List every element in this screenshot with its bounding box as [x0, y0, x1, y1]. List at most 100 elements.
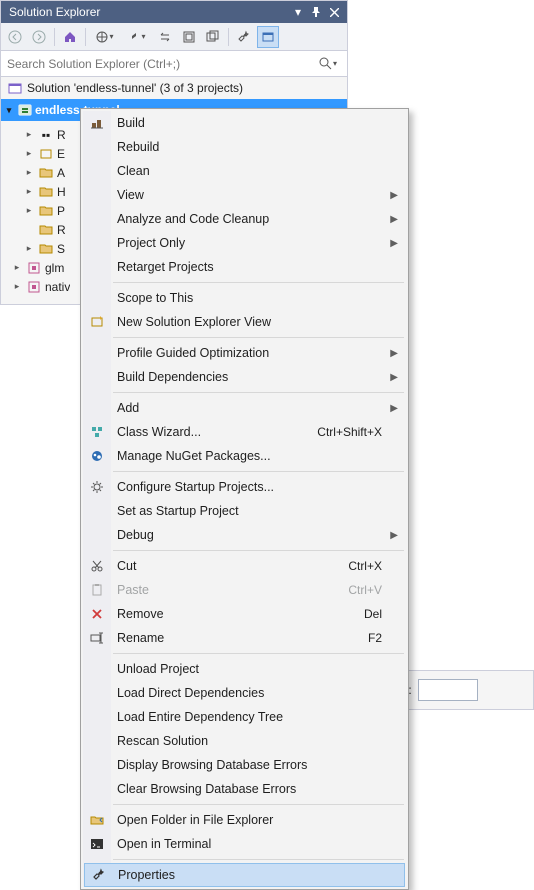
project-icon [17, 102, 33, 118]
menu-item-set-as-startup-project[interactable]: Set as Startup Project [83, 499, 406, 523]
submenu-arrow-icon: ▶ [390, 238, 398, 249]
menu-item-label: Configure Startup Projects... [117, 480, 382, 494]
menu-item-clear-browsing-database-errors[interactable]: Clear Browsing Database Errors [83, 777, 406, 801]
menu-item-label: New Solution Explorer View [117, 315, 382, 329]
menu-item-cut[interactable]: CutCtrl+X [83, 554, 406, 578]
remove-icon [89, 606, 105, 622]
menu-item-label: Clean [117, 164, 382, 178]
solution-label: Solution 'endless-tunnel' (3 of 3 projec… [27, 81, 243, 95]
submenu-arrow-icon: ▶ [390, 214, 398, 225]
menu-item-project-only[interactable]: Project Only▶ [83, 231, 406, 255]
menu-item-debug[interactable]: Debug▶ [83, 523, 406, 547]
expander-icon[interactable] [11, 262, 23, 273]
menu-item-manage-nuget-packages[interactable]: Manage NuGet Packages... [83, 444, 406, 468]
menu-item-retarget-projects[interactable]: Retarget Projects [83, 255, 406, 279]
menu-item-rebuild[interactable]: Rebuild [83, 135, 406, 159]
search-box[interactable]: ▾ [1, 51, 347, 77]
filter-button[interactable]: ▾ [122, 26, 152, 48]
menu-item-load-entire-dependency-tree[interactable]: Load Entire Dependency Tree [83, 705, 406, 729]
solution-row[interactable]: Solution 'endless-tunnel' (3 of 3 projec… [1, 77, 347, 99]
menu-item-label: Unload Project [117, 662, 382, 676]
pin-icon[interactable] [307, 3, 325, 21]
expander-icon[interactable] [3, 105, 15, 116]
expander-icon[interactable] [23, 243, 35, 254]
expander-icon[interactable] [23, 129, 35, 140]
open-folder-icon [89, 812, 105, 828]
submenu-arrow-icon: ▶ [390, 190, 398, 201]
filter-folder-icon [38, 165, 54, 181]
menu-item-new-solution-explorer-view[interactable]: New Solution Explorer View [83, 310, 406, 334]
menu-item-label: Build Dependencies [117, 370, 382, 384]
expander-icon[interactable] [23, 205, 35, 216]
menu-item-label: Display Browsing Database Errors [117, 758, 382, 772]
menu-item-open-folder-in-file-explorer[interactable]: Open Folder in File Explorer [83, 808, 406, 832]
menu-item-analyze-and-code-cleanup[interactable]: Analyze and Code Cleanup▶ [83, 207, 406, 231]
back-button[interactable] [4, 26, 26, 48]
fragment-input[interactable] [418, 679, 478, 701]
menu-separator [113, 804, 404, 805]
paste-icon [89, 582, 105, 598]
search-icon[interactable]: ▾ [319, 57, 341, 70]
menu-item-configure-startup-projects[interactable]: Configure Startup Projects... [83, 475, 406, 499]
context-menu[interactable]: BuildRebuildCleanView▶Analyze and Code C… [80, 108, 409, 890]
rename-icon [89, 630, 105, 646]
menu-item-label: Cut [117, 559, 348, 573]
dropdown-icon[interactable]: ▾ [289, 3, 307, 21]
filter-folder-icon [38, 241, 54, 257]
menu-item-rescan-solution[interactable]: Rescan Solution [83, 729, 406, 753]
menu-item-properties[interactable]: Properties [84, 863, 405, 887]
close-icon[interactable] [325, 3, 343, 21]
panel-titlebar[interactable]: Solution Explorer ▾ [1, 1, 347, 23]
search-input[interactable] [7, 53, 319, 75]
separator [85, 28, 86, 46]
collapse-all-button[interactable] [202, 26, 224, 48]
expander-icon[interactable] [23, 167, 35, 178]
menu-item-view[interactable]: View ▶ [83, 183, 406, 207]
properties-button[interactable] [233, 26, 255, 48]
gear-icon [89, 479, 105, 495]
filter-folder-icon [38, 203, 54, 219]
home-button[interactable] [59, 26, 81, 48]
expander-icon[interactable] [11, 281, 23, 292]
menu-item-display-browsing-database-errors[interactable]: Display Browsing Database Errors [83, 753, 406, 777]
menu-item-unload-project[interactable]: Unload Project [83, 657, 406, 681]
menu-item-profile-guided-optimization[interactable]: Profile Guided Optimization▶ [83, 341, 406, 365]
forward-button[interactable] [28, 26, 50, 48]
menu-item-add[interactable]: Add▶ [83, 396, 406, 420]
menu-item-label: Properties [118, 868, 381, 882]
separator [54, 28, 55, 46]
submenu-arrow-icon: ▶ [390, 403, 398, 414]
menu-item-remove[interactable]: RemoveDel [83, 602, 406, 626]
menu-item-label: Rescan Solution [117, 734, 382, 748]
menu-item-build-dependencies[interactable]: Build Dependencies▶ [83, 365, 406, 389]
menu-item-load-direct-dependencies[interactable]: Load Direct Dependencies [83, 681, 406, 705]
menu-item-label: Build [117, 116, 382, 130]
menu-item-label: Open in Terminal [117, 837, 382, 851]
separator [228, 28, 229, 46]
expander-icon[interactable] [23, 186, 35, 197]
menu-separator [113, 859, 404, 860]
menu-item-label: Retarget Projects [117, 260, 382, 274]
expander-icon[interactable] [23, 148, 35, 159]
refresh-button[interactable] [178, 26, 200, 48]
menu-item-scope-to-this[interactable]: Scope to This [83, 286, 406, 310]
menu-item-label: Remove [117, 607, 364, 621]
menu-item-rename[interactable]: RenameF2 [83, 626, 406, 650]
menu-item-shortcut: Del [364, 607, 382, 621]
wrench-icon [91, 867, 107, 883]
toolbar: ▾ ▾ [1, 23, 347, 51]
menu-item-label: Open Folder in File Explorer [117, 813, 382, 827]
preview-button[interactable] [257, 26, 279, 48]
project-icon [26, 279, 42, 295]
sync-button[interactable] [154, 26, 176, 48]
menu-item-open-in-terminal[interactable]: Open in Terminal [83, 832, 406, 856]
menu-item-label: Load Entire Dependency Tree [117, 710, 382, 724]
menu-item-clean[interactable]: Clean [83, 159, 406, 183]
switch-views-button[interactable]: ▾ [90, 26, 120, 48]
menu-item-label: View [117, 188, 382, 202]
menu-separator [113, 392, 404, 393]
menu-item-label: Clear Browsing Database Errors [117, 782, 382, 796]
submenu-arrow-icon: ▶ [390, 530, 398, 541]
menu-item-build[interactable]: Build [83, 111, 406, 135]
menu-item-class-wizard[interactable]: Class Wizard...Ctrl+Shift+X [83, 420, 406, 444]
